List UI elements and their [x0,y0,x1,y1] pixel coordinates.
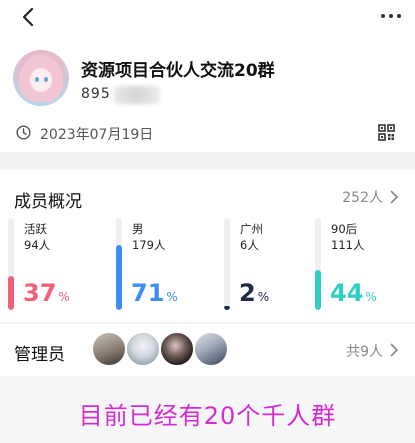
admin-avatar-4[interactable] [194,332,228,366]
qr-code-icon[interactable] [378,124,395,141]
stat-active: 活跃 94人 37% [8,218,103,316]
group-name: 资源项目合伙人交流20群 [81,61,275,81]
created-date: 2023年07月19日 [40,127,154,143]
stat-percent: 37% [23,279,70,307]
stat-bar-fill [8,276,14,310]
admin-avatar-1[interactable] [92,332,126,366]
members-title: 成员概况 [14,192,82,212]
stat-bar-fill [116,245,122,310]
stat-count: 111人 [331,238,365,252]
admin-avatar-3[interactable] [160,332,194,366]
stat-city: 广州 6人 2% [224,218,319,316]
stat-bar-track [8,218,14,310]
stat-male: 男 179人 71% [116,218,211,316]
stat-bar-fill [224,306,230,310]
members-total: 252人 [342,190,383,206]
group-id: 895 [81,86,111,102]
clock-icon [16,125,31,140]
stat-count: 94人 [24,238,51,252]
stat-percent: 71% [131,279,178,307]
group-id-redacted [114,86,160,104]
stat-bar-fill [315,270,321,310]
stat-label: 男 [132,222,144,236]
group-header-card: 资源项目合伙人交流20群 895 2023年07月19日 [0,0,415,152]
stat-label: 广州 [240,222,263,236]
chevron-right-icon[interactable] [389,343,399,357]
stat-label: 90后 [331,222,358,236]
stat-count: 6人 [240,238,259,252]
stat-percent: 44% [330,279,377,307]
stat-age: 90后 111人 44% [315,218,410,316]
admins-count: 共9人 [346,344,383,360]
stat-bar-track [116,218,122,310]
chevron-right-icon[interactable] [389,190,399,204]
group-avatar[interactable] [13,50,69,106]
promo-banner-text: 目前已经有20个千人群 [78,402,337,430]
promo-banner: 目前已经有20个千人群 [0,376,415,443]
back-arrow-icon[interactable] [18,6,40,28]
stat-bar-track [315,218,321,310]
admin-avatar-2[interactable] [126,332,160,366]
admins-row[interactable]: 管理员 共9人 [0,324,415,376]
members-overview-card[interactable]: 成员概况 252人 活跃 94人 37% 男 179人 71% 广州 6人 2%… [0,170,415,322]
stat-label: 活跃 [24,222,47,236]
stat-count: 179人 [132,238,166,252]
stat-bar-track [224,218,230,310]
more-dots-icon[interactable] [379,8,403,24]
stat-percent: 2% [239,279,270,307]
admins-title: 管理员 [14,345,65,365]
